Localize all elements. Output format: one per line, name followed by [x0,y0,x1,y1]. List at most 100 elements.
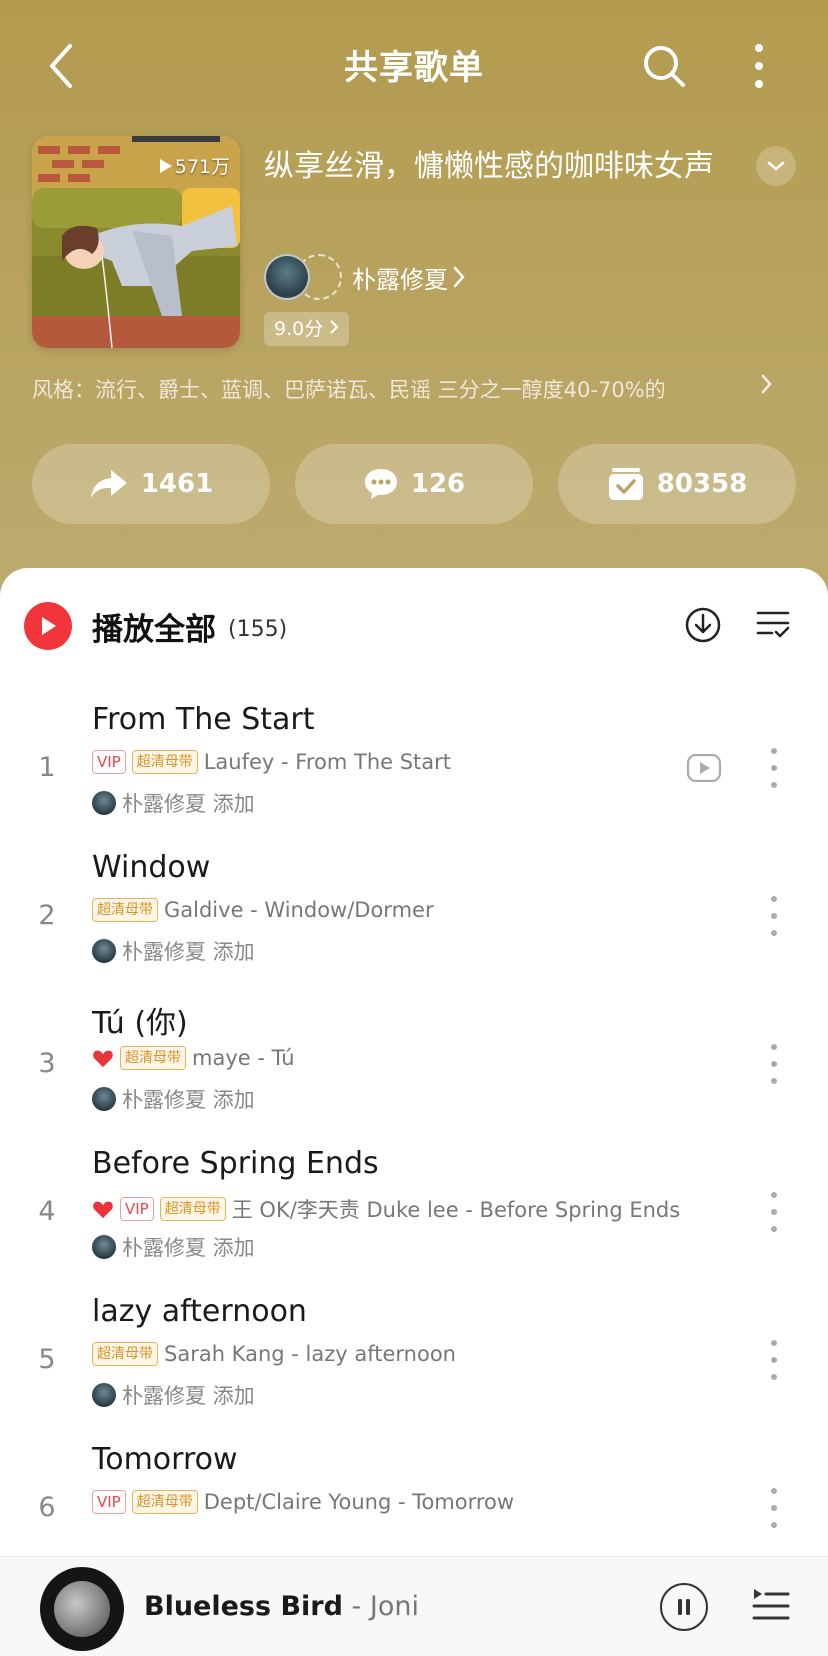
added-by-text: 朴露修夏 添加 [122,1236,255,1260]
avatar [92,1087,116,1111]
more-icon[interactable] [762,1192,786,1232]
song-index: 5 [38,1344,56,1375]
play-all-button[interactable]: 播放全部 (155) [24,602,287,650]
song-index: 1 [38,752,56,783]
avatar[interactable] [264,254,310,300]
share-icon [90,470,127,498]
collect-count: 80358 [656,469,748,499]
comment-button[interactable]: 126 [295,444,533,524]
comment-icon [364,469,397,499]
song-meta: 超清母带 maye - Tú [92,1046,295,1070]
quality-badge: 超清母带 [120,1046,186,1070]
song-meta: VIP 超清母带 Dept/Claire Young - Tomorrow [92,1490,514,1514]
song-artist-album: Sarah Kang - lazy afternoon [164,1342,456,1366]
avatar [92,1235,116,1259]
song-row[interactable]: 1 From The Start VIP 超清母带 Laufey - From … [0,702,828,852]
pause-icon[interactable] [660,1583,708,1631]
playlist-page: 共享歌单 571万 纵享丝滑，慵懒性感的咖啡味女声 朴露修夏 9.0分 风格：流… [0,0,828,1656]
creator-name[interactable]: 朴露修夏 [352,260,448,295]
quality-badge: 超清母带 [92,898,158,922]
song-row[interactable]: 2 Window 超清母带 Galdive - Window/Dormer 朴露… [0,850,828,1000]
album-art [54,1581,110,1637]
video-icon[interactable] [686,752,722,788]
song-index: 6 [38,1492,56,1523]
action-bar: 1461 126 80358 [32,444,796,524]
song-artist-album: Galdive - Window/Dormer [164,898,434,922]
chevron-right-icon [453,266,465,288]
style-tags[interactable]: 风格：流行、爵士、蓝调、巴萨诺瓦、民谣 三分之一醇度40-70%的 [32,374,772,404]
comment-count: 126 [410,469,466,499]
vip-badge: VIP [92,750,126,774]
chevron-down-icon[interactable] [756,146,796,186]
song-index: 3 [38,1048,56,1079]
song-title: lazy afternoon [92,1294,307,1329]
quality-badge: 超清母带 [131,750,198,774]
vip-badge: VIP [120,1197,154,1221]
song-added-by: 朴露修夏 添加 [92,1380,255,1410]
mini-player[interactable]: Blueless Bird - Joni [0,1556,828,1656]
song-title: Tú (你) [92,1006,188,1041]
page-title: 共享歌单 [344,48,484,88]
song-title: Before Spring Ends [92,1146,379,1181]
collect-button[interactable]: 80358 [558,444,796,524]
song-row[interactable]: 3 Tú (你) 超清母带 maye - Tú 朴露修夏 添加 [0,998,828,1148]
more-icon[interactable] [762,1044,786,1084]
multi-select-icon[interactable] [756,608,790,644]
playlist-cover[interactable]: 571万 [32,136,240,348]
play-count-value: 571万 [174,156,230,178]
song-meta: VIP 超清母带 Laufey - From The Start [92,750,451,774]
song-added-by: 朴露修夏 添加 [92,788,255,818]
song-added-by: 朴露修夏 添加 [92,1084,255,1114]
avatar [92,939,116,963]
song-added-by: 朴露修夏 添加 [92,936,255,966]
play-count-icon [159,158,172,173]
song-meta: 超清母带 Sarah Kang - lazy afternoon [92,1342,456,1366]
play-count: 571万 [159,152,230,179]
score-badge[interactable]: 9.0分 [264,312,350,346]
song-row[interactable]: 4 Before Spring Ends VIP 超清母带 王 OK/李天责 D… [0,1146,828,1296]
play-icon [24,602,72,650]
avatar [92,791,116,815]
added-by-text: 朴露修夏 添加 [122,792,255,816]
heart-icon [93,1050,113,1068]
now-playing-disc[interactable] [40,1567,124,1651]
song-artist-album: 王 OK/李天责 Duke lee - Before Spring Ends [231,1198,681,1222]
download-icon[interactable] [684,606,722,648]
more-icon[interactable] [762,748,786,788]
song-title: Tomorrow [92,1442,238,1477]
more-icon[interactable] [762,1340,786,1380]
top-bar: 共享歌单 [0,0,828,130]
chevron-right-icon[interactable] [760,372,774,402]
heart-icon [93,1201,113,1219]
more-icon[interactable] [762,896,786,936]
creator[interactable]: 朴露修夏 [264,254,466,300]
added-by-text: 朴露修夏 添加 [122,1088,255,1112]
avatar [92,1383,116,1407]
song-meta: VIP 超清母带 王 OK/李天责 Duke lee - Before Spri… [92,1194,680,1224]
collected-icon [608,468,643,500]
playlist-title[interactable]: 纵享丝滑，慵懒性感的咖啡味女声 [264,146,724,188]
song-count: (155) [228,616,288,642]
quality-badge: 超清母带 [131,1490,198,1514]
song-artist-album: Dept/Claire Young - Tomorrow [203,1490,515,1514]
more-icon[interactable] [738,36,780,96]
added-by-text: 朴露修夏 添加 [122,1384,255,1408]
share-count: 1461 [140,469,214,499]
playlist-queue-icon[interactable] [752,1587,790,1627]
play-all-label: 播放全部 [92,611,216,648]
song-title: From The Start [92,702,315,737]
song-added-by: 朴露修夏 添加 [92,1232,255,1262]
share-button[interactable]: 1461 [32,444,270,524]
search-icon[interactable] [636,38,692,94]
now-playing-info[interactable]: Blueless Bird - Joni [144,1591,419,1622]
now-playing-title: Blueless Bird [144,1591,343,1622]
quality-badge: 超清母带 [159,1197,226,1221]
song-title: Window [92,850,211,885]
more-icon[interactable] [762,1488,786,1528]
quality-badge: 超清母带 [92,1342,158,1366]
song-index: 4 [38,1196,56,1227]
song-row[interactable]: 5 lazy afternoon 超清母带 Sarah Kang - lazy … [0,1294,828,1444]
song-artist-album: maye - Tú [192,1046,295,1070]
song-list-panel: 播放全部 (155) 1 From The Start VIP 超清母带 Lau… [0,568,828,1656]
song-artist-album: Laufey - From The Start [203,750,452,774]
